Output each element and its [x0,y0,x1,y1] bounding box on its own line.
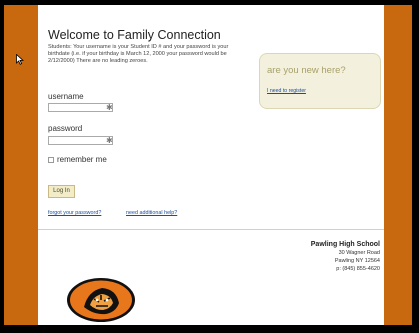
forgot-password-link[interactable]: forgot your password? [48,210,101,216]
username-input[interactable] [48,103,113,112]
register-link[interactable]: I need to register [267,88,306,94]
password-label: password [48,124,83,133]
login-page: Welcome to Family Connection Students: Y… [38,5,384,325]
username-label: username [48,92,84,101]
need-help-link[interactable]: need additional help? [126,210,177,216]
school-info: Pawling High School 30 Wagner Road Pawli… [311,241,380,273]
required-icon: ✱ [106,136,113,145]
school-address-line2: Pawling NY 12564 [334,258,380,264]
new-user-heading: are you new here? [267,65,346,76]
login-button[interactable]: Log In [48,185,75,198]
required-icon: ✱ [106,103,113,112]
right-side-bar [384,5,412,325]
school-name: Pawling High School [310,241,380,248]
remember-me-label: remember me [57,155,107,164]
school-address-line1: 30 Wagner Road [338,250,380,256]
login-instructions: Students: Your username is your Student … [48,44,229,64]
left-side-bar [4,5,38,325]
tiger-logo-icon [67,278,135,322]
divider [38,229,384,230]
remember-me-checkbox[interactable] [48,157,54,163]
page-title: Welcome to Family Connection [48,28,221,42]
new-user-panel: are you new here? I need to register [259,53,381,109]
password-input[interactable] [48,136,113,145]
mouse-pointer-icon [16,54,24,65]
school-phone: p: (845) 855-4620 [336,266,380,272]
